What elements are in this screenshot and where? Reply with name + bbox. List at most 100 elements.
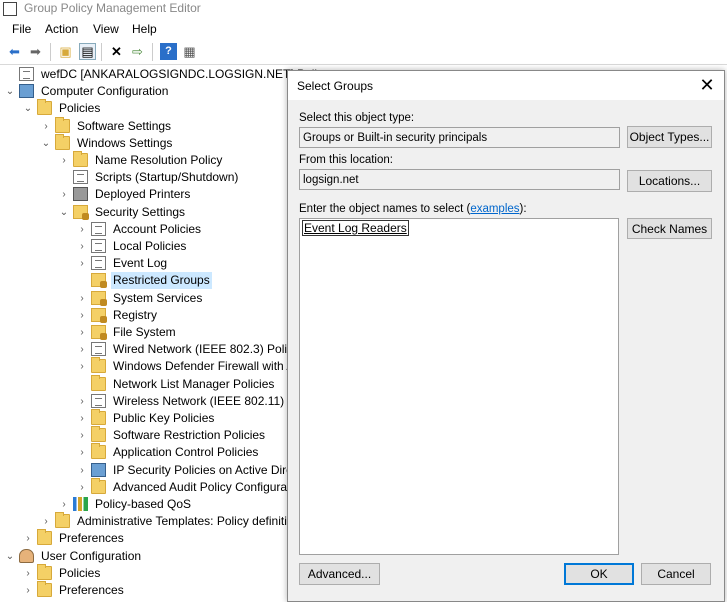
check-names-button[interactable]: Check Names bbox=[627, 218, 712, 239]
tree-item-label: System Services bbox=[113, 290, 203, 305]
chevron-right-icon[interactable]: › bbox=[59, 186, 69, 203]
toolbar: ⬅ ➡ ▣ ▤ ✕ ⇨ ? ▦ bbox=[0, 40, 727, 65]
menu-action[interactable]: Action bbox=[45, 22, 78, 36]
chevron-right-icon[interactable]: › bbox=[23, 530, 33, 547]
tree-item-label: Wired Network (IEEE 802.3) Policie bbox=[113, 342, 303, 357]
menu-file[interactable]: File bbox=[12, 22, 31, 36]
tree-item-label: Network List Manager Policies bbox=[113, 376, 275, 391]
examples-link[interactable]: examples bbox=[470, 203, 519, 215]
tree-item-label: Policies bbox=[59, 565, 101, 580]
chevron-right-icon[interactable]: › bbox=[77, 410, 87, 427]
chevron-right-icon[interactable]: › bbox=[41, 513, 51, 530]
object-names-label: Enter the object names to select (exampl… bbox=[299, 203, 527, 215]
advanced-button[interactable]: Advanced... bbox=[299, 563, 380, 585]
chevron-right-icon[interactable]: › bbox=[77, 238, 87, 255]
folder-icon bbox=[37, 99, 52, 116]
tree-item-label: Software Restriction Policies bbox=[113, 428, 266, 443]
chevron-right-icon[interactable]: › bbox=[77, 479, 87, 496]
chevron-right-icon[interactable]: › bbox=[77, 290, 87, 307]
tree-item-label: Software Settings bbox=[77, 118, 172, 133]
back-icon[interactable]: ⬅ bbox=[6, 43, 23, 60]
tree-item-label: Windows Defender Firewall with A bbox=[113, 359, 295, 374]
object-name-entry[interactable]: Event Log Readers bbox=[302, 220, 409, 236]
chevron-right-icon[interactable]: › bbox=[41, 118, 51, 135]
close-icon[interactable]: ✕ bbox=[690, 71, 724, 100]
chevron-right-icon[interactable]: › bbox=[59, 496, 69, 513]
doc-icon bbox=[91, 239, 106, 253]
folder-icon bbox=[55, 133, 70, 150]
tree-item-label: Deployed Printers bbox=[95, 187, 191, 202]
chevron-right-icon[interactable]: › bbox=[77, 393, 87, 410]
chevron-right-icon[interactable]: › bbox=[77, 427, 87, 444]
folder-icon bbox=[91, 443, 106, 460]
lock-icon bbox=[91, 290, 107, 306]
chevron-right-icon[interactable]: › bbox=[23, 582, 33, 599]
tree-item-label: Application Control Policies bbox=[113, 445, 259, 460]
doc-icon bbox=[91, 342, 106, 357]
up-folder-icon[interactable]: ▣ bbox=[57, 43, 74, 60]
window-title: Group Policy Management Editor bbox=[24, 1, 201, 15]
folder-icon bbox=[91, 477, 106, 494]
chevron-down-icon[interactable]: ⌄ bbox=[59, 204, 69, 221]
chevron-right-icon[interactable]: › bbox=[77, 221, 87, 238]
location-label: From this location: bbox=[299, 154, 393, 166]
tree-item-label: Name Resolution Policy bbox=[95, 153, 223, 167]
ok-button[interactable]: OK bbox=[564, 563, 634, 585]
tree-item-label: Security Settings bbox=[95, 204, 186, 219]
lock-icon bbox=[91, 325, 107, 340]
object-type-field: Groups or Built-in security principals bbox=[299, 127, 620, 148]
chevron-right-icon[interactable]: › bbox=[77, 444, 87, 461]
toolbar-separator bbox=[152, 43, 153, 61]
printer-icon bbox=[73, 187, 88, 202]
menu-help[interactable]: Help bbox=[132, 22, 157, 36]
chart-icon bbox=[73, 497, 88, 511]
chevron-right-icon[interactable]: › bbox=[77, 255, 87, 272]
object-types-button[interactable]: Object Types... bbox=[627, 126, 712, 148]
tree-item-label: Policies bbox=[59, 101, 101, 116]
tree-item-label: Computer Configuration bbox=[41, 84, 169, 99]
chevron-right-icon[interactable]: › bbox=[77, 324, 87, 341]
locations-button[interactable]: Locations... bbox=[627, 170, 712, 192]
lock-icon bbox=[91, 307, 107, 323]
forward-icon[interactable]: ➡ bbox=[27, 43, 44, 60]
chevron-right-icon[interactable]: › bbox=[59, 152, 69, 169]
computer-icon bbox=[91, 462, 106, 477]
export-icon[interactable]: ⇨ bbox=[129, 43, 146, 60]
chevron-down-icon[interactable]: ⌄ bbox=[23, 100, 33, 117]
tree-item-label: Restricted Groups bbox=[111, 272, 212, 290]
chevron-right-icon[interactable]: › bbox=[77, 358, 87, 375]
chevron-down-icon[interactable]: ⌄ bbox=[5, 548, 15, 565]
object-names-input[interactable]: Event Log Readers bbox=[299, 218, 619, 555]
folder-icon bbox=[37, 529, 52, 546]
chevron-down-icon[interactable]: ⌄ bbox=[41, 135, 51, 152]
toolbar-separator bbox=[101, 43, 102, 61]
properties-icon[interactable]: ▦ bbox=[181, 43, 198, 60]
doc-icon bbox=[91, 393, 106, 408]
toolbar-separator bbox=[50, 43, 51, 61]
tree-item-label: Event Log bbox=[113, 256, 168, 271]
tree-item-label: Preferences bbox=[59, 583, 124, 597]
tree-item-label: Administrative Templates: Policy definit… bbox=[77, 514, 294, 529]
folder-icon bbox=[91, 409, 106, 425]
delete-icon[interactable]: ✕ bbox=[108, 43, 125, 60]
chevron-right-icon[interactable]: › bbox=[23, 565, 33, 582]
chevron-down-icon[interactable]: ⌄ bbox=[5, 83, 15, 100]
chevron-right-icon[interactable]: › bbox=[77, 341, 87, 358]
chevron-right-icon[interactable]: › bbox=[77, 462, 87, 479]
tree-item-label: Windows Settings bbox=[77, 135, 173, 150]
show-pane-icon[interactable]: ▤ bbox=[79, 43, 96, 60]
menu-view[interactable]: View bbox=[93, 22, 119, 36]
chevron-right-icon[interactable]: › bbox=[77, 307, 87, 324]
folder-icon bbox=[37, 581, 52, 597]
title-bar: Group Policy Management Editor bbox=[0, 0, 727, 19]
doc-icon bbox=[91, 256, 106, 271]
lock-icon bbox=[73, 204, 89, 220]
lock-icon bbox=[91, 273, 107, 289]
tree-item-label: Preferences bbox=[59, 531, 124, 546]
object-type-label: Select this object type: bbox=[299, 112, 415, 124]
cancel-button[interactable]: Cancel bbox=[641, 563, 711, 585]
folder-icon bbox=[91, 357, 106, 374]
help-icon[interactable]: ? bbox=[160, 43, 177, 60]
tree-item-label: Public Key Policies bbox=[113, 411, 215, 425]
tree-item-label: Registry bbox=[113, 307, 158, 322]
